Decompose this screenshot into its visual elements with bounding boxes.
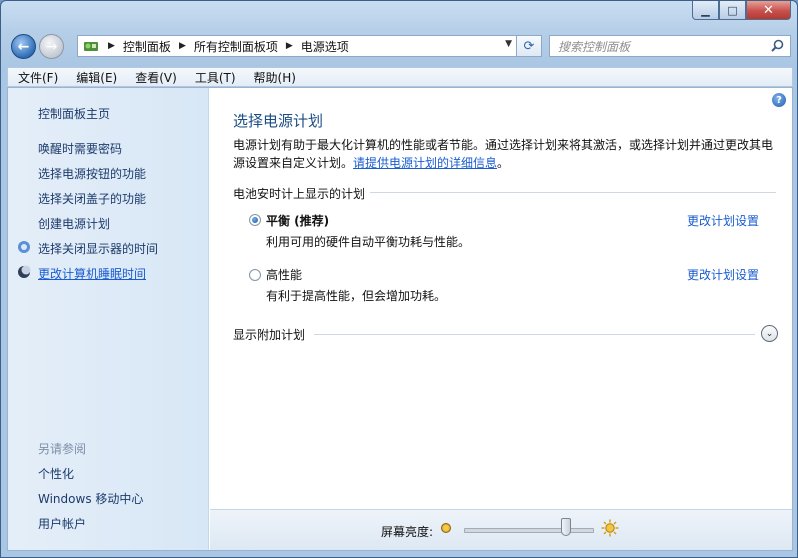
maximize-button[interactable]: □ xyxy=(719,1,746,20)
help-icon[interactable]: ? xyxy=(772,93,786,107)
description-end: 。 xyxy=(497,156,510,170)
plan-high-performance-desc: 有利于提高性能，但会增加功耗。 xyxy=(266,289,447,303)
see-also-mobility-center[interactable]: Windows 移动中心 xyxy=(38,490,143,507)
plan-balanced-change-link[interactable]: 更改计划设置 xyxy=(687,212,759,229)
minimize-button[interactable]: ▁ xyxy=(692,1,719,20)
breadcrumb-control-panel[interactable]: 控制面板 xyxy=(123,38,171,55)
sidebar-item-require-password[interactable]: 唤醒时需要密码 xyxy=(38,140,122,157)
search-input[interactable] xyxy=(556,37,760,57)
navigation-bar: ← → ▶ 控制面板 ▶ 所有控制面板项 ▶ 电源选项 ▼ ⟳ xyxy=(1,31,797,63)
menu-tools[interactable]: 工具(T) xyxy=(185,69,244,86)
main-pane: ? 选择电源计划 电源计划有助于最大化计算机的性能或者节能。通过选择计划来将其激… xyxy=(210,88,792,550)
sidebar-item-create-plan[interactable]: 创建电源计划 xyxy=(38,215,110,232)
see-also-user-accounts[interactable]: 用户帐户 xyxy=(38,515,86,532)
refresh-button[interactable]: ⟳ xyxy=(517,35,542,57)
show-additional-plans[interactable]: 显示附加计划 xyxy=(233,326,305,343)
address-dropdown-icon[interactable]: ▼ xyxy=(505,39,512,49)
menu-edit[interactable]: 编辑(E) xyxy=(66,69,125,86)
page-title: 选择电源计划 xyxy=(233,112,324,130)
plan-details-link[interactable]: 请提供电源计划的详细信息 xyxy=(353,156,497,170)
forward-arrow-icon: → xyxy=(45,38,58,55)
breadcrumb-all-items[interactable]: 所有控制面板项 xyxy=(194,38,278,55)
expand-plans-button[interactable]: ⌄ xyxy=(761,325,778,342)
breadcrumb-power-options[interactable]: 电源选项 xyxy=(301,38,349,55)
plan-balanced-radio[interactable] xyxy=(249,214,261,226)
sidebar-home-link[interactable]: 控制面板主页 xyxy=(38,105,110,122)
brightness-label: 屏幕亮度: xyxy=(381,525,434,539)
breadcrumb-separator: ▶ xyxy=(285,41,293,51)
see-also-heading: 另请参阅 xyxy=(38,442,87,456)
search-box xyxy=(549,35,791,57)
address-bar[interactable]: ▶ 控制面板 ▶ 所有控制面板项 ▶ 电源选项 ▼ xyxy=(77,35,517,57)
shield-icon xyxy=(17,240,31,254)
plan-balanced-name[interactable]: 平衡 (推荐) xyxy=(266,212,329,229)
caption-buttons: ▁ □ ✕ xyxy=(692,1,791,21)
menu-bar: 文件(F) 编辑(E) 查看(V) 工具(T) 帮助(H) xyxy=(7,67,793,87)
explorer-window: ▁ □ ✕ ← → ▶ 控制面板 ▶ 所有控制面板项 ▶ 电源选项 ▼ ⟳ 文件… xyxy=(0,0,798,558)
brightness-bar: 屏幕亮度: xyxy=(210,509,792,550)
plan-high-performance-name[interactable]: 高性能 xyxy=(266,266,302,283)
sidebar-item-display-off[interactable]: 选择关闭显示器的时间 xyxy=(38,240,158,257)
plan-high-performance-radio[interactable] xyxy=(249,269,261,281)
forward-button[interactable]: → xyxy=(39,34,64,59)
chevron-down-icon: ⌄ xyxy=(765,328,774,339)
plans-group-header: 电池安时计上显示的计划 xyxy=(233,187,366,201)
page-description: 电源计划有助于最大化计算机的性能或者节能。通过选择计划来将其激活，或选择计划并通… xyxy=(233,136,778,172)
back-button[interactable]: ← xyxy=(11,34,36,59)
see-also-personalize[interactable]: 个性化 xyxy=(38,465,74,482)
menu-view[interactable]: 查看(V) xyxy=(125,69,185,86)
moon-icon xyxy=(17,265,31,279)
task-pane: 控制面板主页 唤醒时需要密码 选择电源按钮的功能 选择关闭盖子的功能 创建电源计… xyxy=(8,88,209,550)
plan-high-performance-change-link[interactable]: 更改计划设置 xyxy=(687,266,759,283)
breadcrumb-separator: ▶ xyxy=(178,41,186,51)
control-panel-icon xyxy=(82,38,100,54)
divider xyxy=(370,192,776,193)
sun-dim-icon xyxy=(441,523,451,533)
back-arrow-icon: ← xyxy=(17,38,30,55)
content-area: 控制面板主页 唤醒时需要密码 选择电源按钮的功能 选择关闭盖子的功能 创建电源计… xyxy=(7,87,793,551)
refresh-icon: ⟳ xyxy=(523,38,535,54)
brightness-slider-thumb[interactable] xyxy=(561,518,572,536)
brightness-slider[interactable] xyxy=(464,528,594,533)
sun-icon xyxy=(601,519,619,537)
plan-balanced-desc: 利用可用的硬件自动平衡功耗与性能。 xyxy=(266,235,471,249)
sidebar-item-sleep-time[interactable]: 更改计算机睡眠时间 xyxy=(38,265,146,282)
sidebar-item-power-button[interactable]: 选择电源按钮的功能 xyxy=(38,165,146,182)
sidebar-item-close-lid[interactable]: 选择关闭盖子的功能 xyxy=(38,190,146,207)
divider xyxy=(314,334,755,335)
search-icon[interactable] xyxy=(771,39,784,55)
breadcrumb-separator: ▶ xyxy=(108,41,115,51)
close-button[interactable]: ✕ xyxy=(746,1,791,20)
menu-file[interactable]: 文件(F) xyxy=(8,69,66,86)
menu-help[interactable]: 帮助(H) xyxy=(244,69,304,86)
